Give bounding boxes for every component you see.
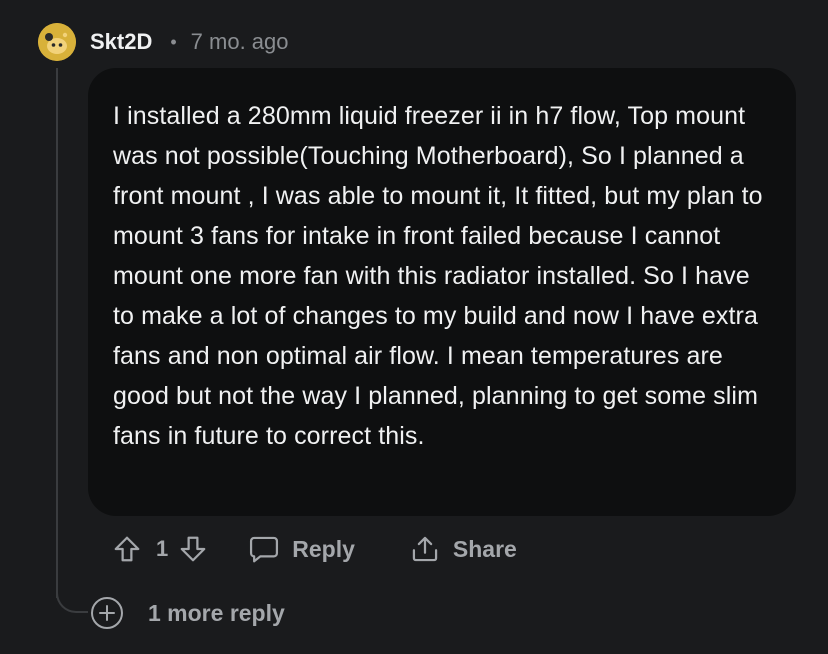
timestamp[interactable]: 7 mo. ago bbox=[191, 29, 289, 55]
username[interactable]: Skt2D bbox=[90, 29, 152, 55]
vote-group: 1 bbox=[112, 534, 208, 564]
comment-actions: 1 Reply Share bbox=[112, 528, 517, 570]
snoo-avatar-icon bbox=[38, 23, 76, 61]
reply-button[interactable]: Reply bbox=[248, 534, 355, 564]
comment-bubble: I installed a 280mm liquid freezer ii in… bbox=[88, 68, 796, 516]
plus-circle-icon bbox=[91, 597, 123, 629]
thread-line[interactable] bbox=[56, 68, 58, 598]
comment-header: Skt2D • 7 mo. ago bbox=[38, 22, 289, 62]
more-replies-label: 1 more reply bbox=[148, 599, 285, 626]
reply-label: Reply bbox=[292, 535, 355, 562]
more-replies-button[interactable]: 1 more reply bbox=[90, 594, 285, 632]
speech-bubble-icon bbox=[250, 536, 279, 563]
upvote-arrow-icon bbox=[114, 536, 140, 562]
thread-connector bbox=[56, 575, 88, 613]
comment-thread: Skt2D • 7 mo. ago I installed a 280mm li… bbox=[0, 0, 828, 654]
meta-separator: • bbox=[170, 31, 177, 52]
share-label: Share bbox=[452, 535, 517, 562]
downvote-button[interactable] bbox=[178, 534, 208, 564]
vote-score: 1 bbox=[156, 536, 169, 561]
avatar[interactable] bbox=[38, 23, 76, 61]
share-upload-icon bbox=[412, 536, 438, 562]
share-button[interactable]: Share bbox=[409, 534, 517, 564]
upvote-button[interactable] bbox=[112, 534, 142, 564]
downvote-arrow-icon bbox=[180, 536, 206, 562]
comment-body: I installed a 280mm liquid freezer ii in… bbox=[113, 102, 763, 450]
